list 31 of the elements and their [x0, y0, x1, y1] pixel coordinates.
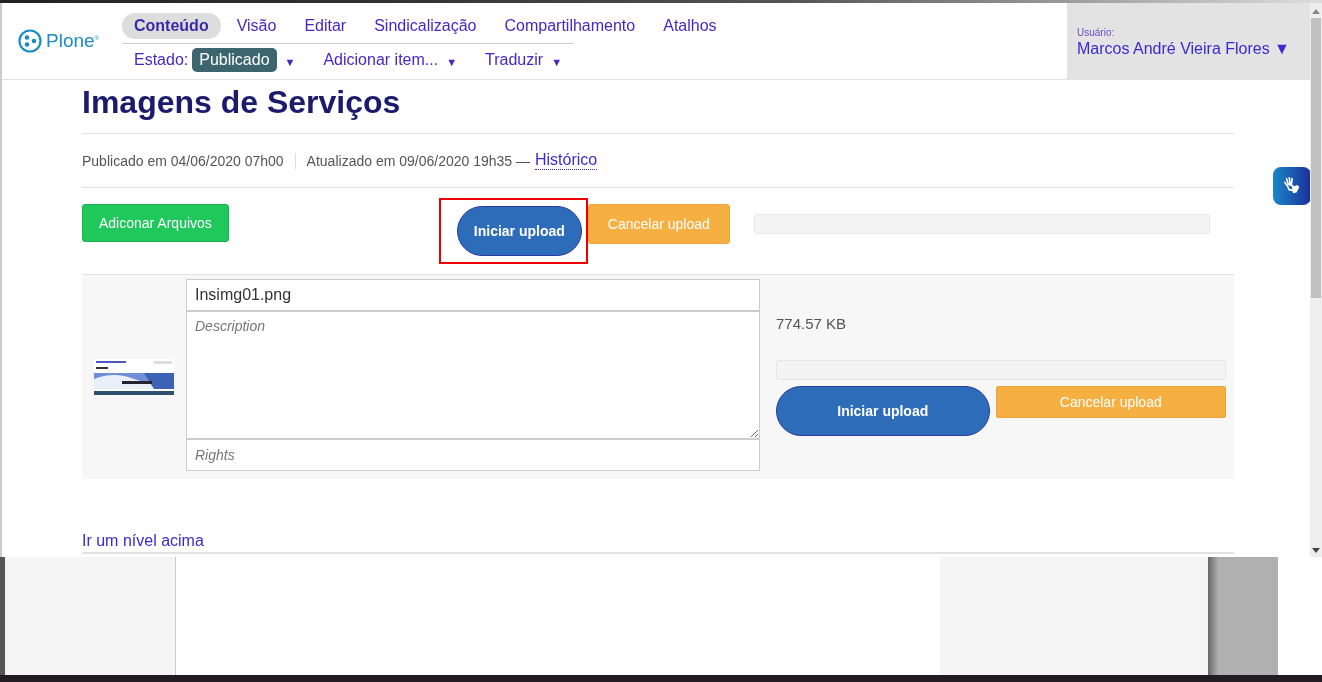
start-upload-button[interactable]: Iniciar upload: [776, 386, 990, 436]
rights-field[interactable]: Rights: [186, 439, 760, 471]
filename-field[interactable]: Insimg01.png: [186, 279, 760, 311]
nav-tab[interactable]: Sindicalização: [362, 13, 489, 39]
menu-link[interactable]: Adicionar item...: [323, 51, 439, 69]
caret-icon[interactable]: ▼: [551, 55, 563, 68]
caret-icon[interactable]: ▼: [284, 55, 296, 68]
state-label: Estado:: [134, 51, 189, 69]
logo-icon: [18, 29, 42, 53]
state-badge[interactable]: Publicado: [192, 48, 277, 72]
scroll-thumb[interactable]: [1311, 18, 1321, 298]
file-size: 774.57 KB: [776, 315, 848, 332]
nav-tab[interactable]: Editar: [292, 13, 359, 39]
nav-tab[interactable]: Conteúdo: [122, 13, 221, 39]
user-label: Usuário:: [1077, 27, 1116, 38]
history-link[interactable]: Histórico: [535, 151, 598, 170]
published-date: Publicado em 04/06/2020 07h00: [82, 152, 296, 169]
menu-link[interactable]: Traduzir: [485, 51, 544, 69]
scrollbar[interactable]: [1310, 3, 1322, 557]
caret-icon[interactable]: ▼: [446, 55, 458, 68]
page-title: Imagens de Serviços: [82, 83, 1234, 134]
nav-tab[interactable]: Visão: [224, 13, 289, 39]
up-link[interactable]: Ir um nível acima: [82, 532, 204, 549]
updated-date: Atualizado em 09/06/2020 19h35 —: [306, 152, 530, 169]
start-upload-button[interactable]: Iniciar upload: [456, 206, 582, 256]
sign-language-button[interactable]: [1273, 167, 1310, 205]
nav-tab[interactable]: Atalhos: [651, 13, 729, 39]
logo-text[interactable]: Plone$^{®}$: [46, 30, 100, 52]
nav-tab[interactable]: Compartilhamento: [492, 13, 648, 39]
description-field[interactable]: Description: [186, 311, 760, 439]
user-menu[interactable]: Marcos André Vieira Flores ▼: [1077, 40, 1310, 58]
